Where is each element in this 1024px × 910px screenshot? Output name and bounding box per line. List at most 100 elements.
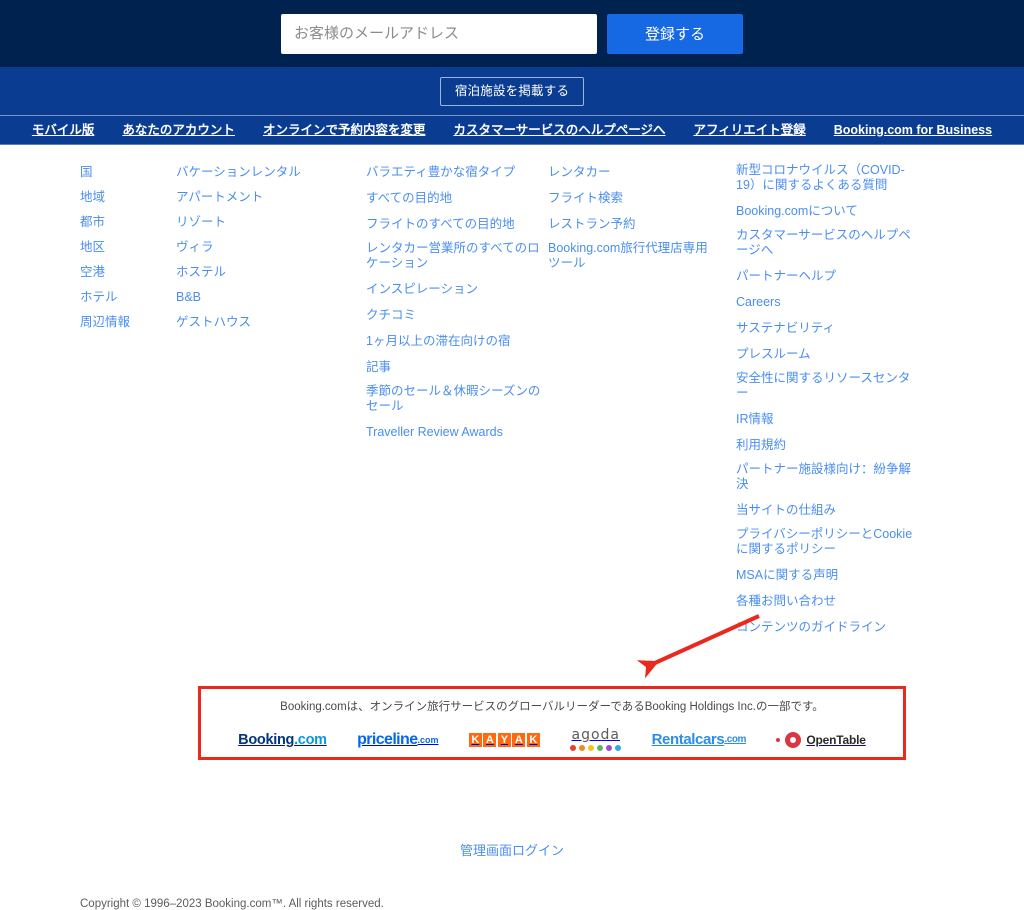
- footer-link-privacy-cookie-policy[interactable]: プライバシーポリシーとCookieに関するポリシー: [736, 527, 920, 557]
- list-item: コンテンツのガイドライン: [736, 618, 936, 636]
- footer-link-guest-houses[interactable]: ゲストハウス: [176, 315, 251, 330]
- footer-link-districts[interactable]: 地区: [80, 240, 105, 255]
- footer-link-safety-resource-center[interactable]: 安全性に関するリソースセンター: [736, 371, 920, 401]
- footer-link-msa-statement[interactable]: MSAに関する声明: [736, 568, 838, 583]
- footer-link-press-centre[interactable]: プレスルーム: [736, 347, 811, 362]
- footer-link-cities[interactable]: 都市: [80, 215, 105, 230]
- brand-logo-agoda[interactable]: agoda: [570, 728, 622, 751]
- list-item: リゾート: [176, 213, 366, 231]
- brands-highlight-box: Booking.comは、オンライン旅行サービスのグローバルリーダーであるBoo…: [198, 686, 906, 760]
- footer-link-partner-help[interactable]: パートナーヘルプ: [736, 269, 836, 284]
- brand-agoda-dots: [570, 745, 622, 751]
- footer-link-regions[interactable]: 地域: [80, 190, 105, 205]
- footer-column-list: バラエティ豊かな宿タイプ すべての目的地 フライトのすべての目的地 レンタカー営…: [366, 163, 548, 441]
- list-item: 各種お問い合わせ: [736, 592, 936, 610]
- footer-link-contact-us[interactable]: 各種お問い合わせ: [736, 594, 836, 609]
- newsletter-subscribe-button[interactable]: 登録する: [607, 13, 743, 54]
- footer-link-covid-faq[interactable]: 新型コロナウイルス（COVID-19）に関するよくある質問: [736, 163, 920, 193]
- list-item: Traveller Review Awards: [366, 423, 548, 441]
- footer-link-car-rental[interactable]: レンタカー: [548, 165, 611, 180]
- list-item: サステナビリティ: [736, 319, 936, 337]
- footer-column-property-types: バケーションレンタル アパートメント リゾート ヴィラ ホステル B&B ゲスト…: [176, 163, 366, 644]
- footer-link-bnb[interactable]: B&B: [176, 290, 201, 305]
- nav-link-booking-for-business[interactable]: Booking.com for Business: [820, 124, 1006, 137]
- list-item: IR情報: [736, 410, 936, 428]
- footer-link-monthly-stays[interactable]: 1ヶ月以上の滞在向けの宿: [366, 334, 510, 349]
- brand-booking-part2: .com: [294, 731, 327, 748]
- footer-link-seasonal-deals[interactable]: 季節のセール＆休暇シーズンのセール: [366, 384, 544, 414]
- footer-link-resorts[interactable]: リゾート: [176, 215, 226, 230]
- footer-link-all-car-rental-locations[interactable]: レンタカー営業所のすべてのロケーション: [366, 241, 544, 271]
- footer-nav-links: モバイル版 あなたのアカウント オンラインで予約内容を変更 カスタマーサービスの…: [0, 116, 1024, 145]
- nav-link-mobile[interactable]: モバイル版: [18, 124, 109, 137]
- brand-rentalcars-part2: .com: [724, 734, 747, 745]
- footer-link-unique-stays[interactable]: バラエティ豊かな宿タイプ: [366, 165, 515, 180]
- brand-logo-opentable[interactable]: OpenTable: [776, 731, 866, 748]
- brand-logo-priceline[interactable]: priceline .com: [357, 731, 438, 749]
- brand-kayak-letter: A: [512, 732, 526, 747]
- list-item: ホテル: [80, 288, 176, 306]
- nav-link-customer-service-help[interactable]: カスタマーサービスのヘルプページへ: [439, 124, 679, 137]
- nav-link-your-account[interactable]: あなたのアカウント: [108, 124, 249, 137]
- footer-link-hostels[interactable]: ホステル: [176, 265, 226, 280]
- brand-logo-booking[interactable]: Booking .com: [238, 732, 327, 748]
- footer-link-sustainability[interactable]: サステナビリティ: [736, 321, 835, 336]
- list-item: 1ヶ月以上の滞在向けの宿: [366, 332, 548, 350]
- footer-link-flight-finder[interactable]: フライト検索: [548, 191, 623, 206]
- brand-kayak-letter: Y: [497, 732, 511, 747]
- admin-login-link[interactable]: 管理画面ログイン: [460, 843, 564, 858]
- brand-logo-rentalcars[interactable]: Rentalcars .com: [651, 731, 747, 748]
- list-property-button[interactable]: 宿泊施設を掲載する: [439, 76, 585, 106]
- brand-logo-kayak[interactable]: K A Y A K: [468, 732, 540, 747]
- nav-link-affiliate-signup[interactable]: アフィリエイト登録: [679, 124, 819, 137]
- list-item: 安全性に関するリソースセンター: [736, 371, 936, 402]
- footer-link-apartments[interactable]: アパートメント: [176, 190, 263, 205]
- footer-link-careers[interactable]: Careers: [736, 295, 780, 310]
- footer-link-investor-relations[interactable]: IR情報: [736, 412, 774, 427]
- list-item: 国: [80, 163, 176, 181]
- footer-link-content-guidelines[interactable]: コンテンツのガイドライン: [736, 620, 886, 635]
- admin-login-row: 管理画面ログイン: [0, 840, 1024, 860]
- footer-link-countries[interactable]: 国: [80, 165, 93, 180]
- footer-link-places-of-interest[interactable]: 周辺情報: [80, 315, 130, 330]
- list-item: Booking.comについて: [736, 202, 936, 220]
- list-item: MSAに関する声明: [736, 566, 936, 584]
- footer-link-reviews[interactable]: クチコミ: [366, 308, 416, 323]
- footer-link-travel-agents[interactable]: Booking.com旅行代理店専用ツール: [548, 241, 720, 271]
- footer-column-list: 新型コロナウイルス（COVID-19）に関するよくある質問 Booking.co…: [736, 163, 936, 636]
- copyright-text: Copyright © 1996–2023 Booking.com™. All …: [80, 898, 384, 910]
- list-item: ホステル: [176, 263, 366, 281]
- footer-link-all-destinations[interactable]: すべての目的地: [366, 191, 452, 206]
- footer-column-destinations: 国 地域 都市 地区 空港 ホテル 周辺情報: [0, 163, 176, 644]
- agoda-dot: [588, 745, 595, 751]
- list-item: 季節のセール＆休暇シーズンのセール: [366, 384, 548, 415]
- brand-kayak-letter: K: [468, 732, 482, 747]
- nav-link-change-booking-online[interactable]: オンラインで予約内容を変更: [249, 124, 440, 137]
- list-item: 空港: [80, 263, 176, 281]
- footer-link-vacation-rentals[interactable]: バケーションレンタル: [176, 165, 301, 180]
- footer-link-terms-conditions[interactable]: 利用規約: [736, 438, 786, 453]
- footer-link-partner-dispute-resolution[interactable]: パートナー施設様向け：紛争解決: [736, 462, 920, 492]
- footer-link-articles[interactable]: 記事: [366, 360, 391, 375]
- list-item: 当サイトの仕組み: [736, 501, 936, 519]
- brand-rentalcars-part1: Rentalcars: [651, 731, 725, 748]
- footer-link-restaurant-reservations[interactable]: レストラン予約: [548, 217, 636, 232]
- footer-link-columns: 国 地域 都市 地区 空港 ホテル 周辺情報 バケーションレンタル アパートメン…: [0, 145, 1024, 644]
- footer-link-hotels[interactable]: ホテル: [80, 290, 118, 305]
- footer-link-inspiration[interactable]: インスピレーション: [366, 282, 478, 297]
- newsletter-email-input[interactable]: [281, 13, 597, 54]
- footer-link-how-we-work[interactable]: 当サイトの仕組み: [736, 503, 836, 518]
- list-item: 利用規約: [736, 436, 936, 454]
- footer-link-customer-service-help[interactable]: カスタマーサービスのヘルプページへ: [736, 228, 920, 258]
- footer-link-all-flight-destinations[interactable]: フライトのすべての目的地: [366, 217, 515, 232]
- footer-link-airports[interactable]: 空港: [80, 265, 105, 280]
- footer-link-villas[interactable]: ヴィラ: [176, 240, 214, 255]
- list-item: バラエティ豊かな宿タイプ: [366, 163, 548, 181]
- footer-column-services: レンタカー フライト検索 レストラン予約 Booking.com旅行代理店専用ツ…: [548, 163, 736, 644]
- opentable-small-dot-icon: [776, 737, 781, 742]
- newsletter-form: 登録する: [281, 13, 743, 54]
- agoda-dot: [597, 745, 604, 751]
- list-item: プレスルーム: [736, 345, 936, 363]
- footer-link-traveller-review-awards[interactable]: Traveller Review Awards: [366, 425, 503, 440]
- footer-link-about-booking[interactable]: Booking.comについて: [736, 204, 858, 219]
